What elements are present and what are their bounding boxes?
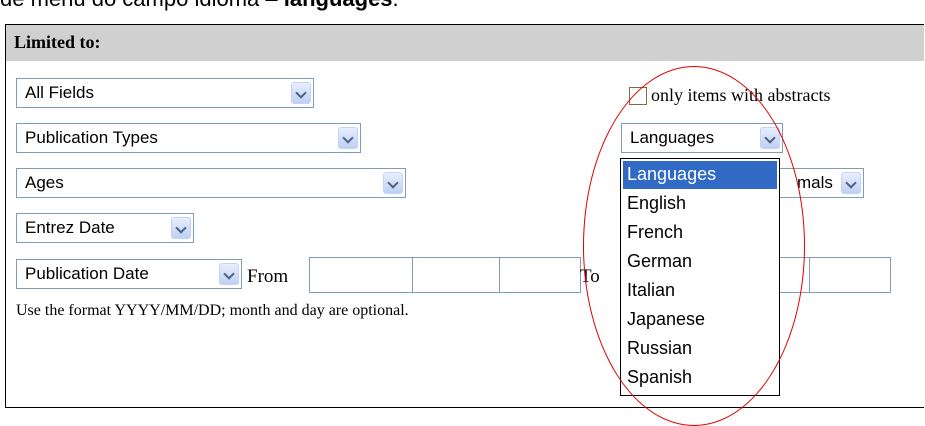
chevron-down-icon[interactable]	[760, 127, 780, 149]
language-option[interactable]: Spanish	[623, 364, 777, 392]
language-option[interactable]: Russian	[623, 335, 777, 363]
from-month-input[interactable]	[412, 257, 500, 293]
to-extra-input[interactable]	[809, 257, 891, 293]
panel-title: Limited to:	[14, 32, 101, 52]
publication-date-select-value: Publication Date	[25, 264, 149, 283]
from-day-input[interactable]	[499, 257, 581, 293]
caption-suffix: .	[393, 0, 399, 11]
caption: de menu do campo idioma – languages.	[0, 0, 399, 12]
caption-prefix: de menu do campo idioma –	[0, 0, 284, 11]
chevron-down-icon[interactable]	[219, 263, 239, 285]
language-option[interactable]: Languages	[623, 161, 777, 189]
languages-select-value: Languages	[630, 128, 715, 147]
abstracts-checkbox[interactable]	[629, 87, 647, 105]
language-option[interactable]: German	[623, 248, 777, 276]
caption-emphasis: languages	[284, 0, 393, 11]
language-option[interactable]: French	[623, 219, 777, 247]
publication-date-select[interactable]: Publication Date	[16, 259, 242, 289]
to-day-input[interactable]	[776, 257, 810, 293]
abstracts-checkbox-label: only items with abstracts	[651, 85, 831, 105]
chevron-down-icon[interactable]	[383, 172, 403, 194]
entrez-date-select[interactable]: Entrez Date	[16, 213, 194, 243]
ages-select-value: Ages	[25, 173, 64, 192]
entrez-date-select-value: Entrez Date	[25, 218, 115, 237]
languages-select[interactable]: Languages	[621, 123, 783, 153]
fields-select[interactable]: All Fields	[16, 78, 314, 108]
panel-header: Limited to:	[6, 25, 924, 61]
chevron-down-icon[interactable]	[841, 172, 861, 194]
limits-panel: Limited to: All Fields only items with a…	[5, 24, 924, 408]
language-option[interactable]: English	[623, 190, 777, 218]
languages-dropdown-list[interactable]: Languages English French German Italian …	[620, 158, 780, 396]
from-label: From	[247, 266, 289, 287]
language-option[interactable]: Italian	[623, 277, 777, 305]
language-option[interactable]: Japanese	[623, 306, 777, 334]
chevron-down-icon[interactable]	[171, 217, 191, 239]
publication-types-select[interactable]: Publication Types	[16, 123, 361, 153]
from-year-input[interactable]	[309, 257, 413, 293]
date-format-hint: Use the format YYYY/MM/DD; month and day…	[16, 302, 409, 319]
to-label: To	[580, 266, 600, 287]
fields-select-value: All Fields	[25, 83, 94, 102]
ages-select[interactable]: Ages	[16, 168, 406, 198]
publication-types-select-value: Publication Types	[25, 128, 158, 147]
chevron-down-icon[interactable]	[291, 82, 311, 104]
subsets-select-value: mals	[797, 173, 833, 192]
chevron-down-icon[interactable]	[338, 127, 358, 149]
